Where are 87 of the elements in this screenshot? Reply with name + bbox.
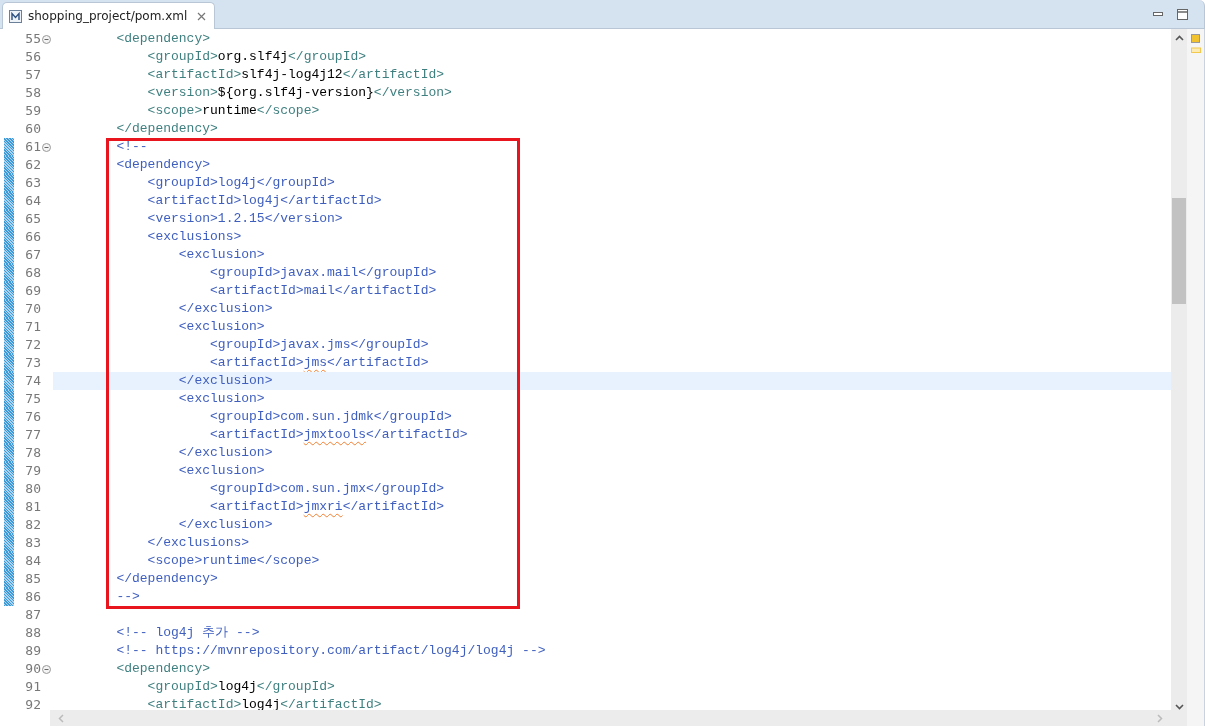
code-line: <groupId>com.sun.jdmk</groupId> (209, 408, 453, 426)
code-line: <!-- log4j 추가 --> (115, 624, 261, 642)
scroll-up-icon[interactable] (1174, 35, 1184, 41)
code-line: <dependency> (115, 660, 212, 678)
minimize-icon[interactable] (1153, 12, 1163, 17)
code-line: </dependency> (115, 120, 219, 138)
line-number: 67 (24, 246, 41, 264)
vertical-scrollbar[interactable] (1171, 29, 1187, 726)
line-number: 68 (24, 264, 41, 282)
line-number: 56 (24, 48, 41, 66)
line-number: 62 (24, 156, 41, 174)
editor-tab[interactable]: shopping_project/pom.xml (2, 2, 216, 29)
line-number: 81 (24, 498, 41, 516)
scroll-down-icon[interactable] (1174, 704, 1184, 710)
line-number: 85 (24, 570, 41, 588)
line-number: 83 (24, 534, 41, 552)
line-number: 76 (24, 408, 41, 426)
code-line: <exclusion> (177, 390, 266, 408)
line-number: 57 (24, 66, 41, 84)
code-line: <artifactId>jmxri</artifactId> (209, 498, 446, 516)
warning-marker-icon[interactable] (1191, 34, 1200, 43)
line-number: 89 (24, 642, 41, 660)
fold-collapse-icon[interactable] (42, 664, 51, 674)
close-icon[interactable] (197, 11, 207, 21)
code-line: <scope>runtime</scope> (146, 552, 321, 570)
code-line: <groupId>javax.jms</groupId> (209, 336, 430, 354)
line-number: 66 (24, 228, 41, 246)
line-number: 59 (24, 102, 41, 120)
line-number: 70 (24, 300, 41, 318)
line-number: 79 (24, 462, 41, 480)
line-number: 88 (24, 624, 41, 642)
line-number: 90 (24, 660, 41, 678)
line-number: 77 (24, 426, 41, 444)
code-line: <dependency> (115, 156, 212, 174)
code-line: <artifactId>log4j</artifactId> (146, 192, 383, 210)
code-line: <artifactId>jms</artifactId> (209, 354, 430, 372)
code-line: </exclusion> (177, 516, 274, 534)
code-line: <exclusion> (177, 462, 266, 480)
line-number: 69 (24, 282, 41, 300)
code-line: <exclusions> (146, 228, 243, 246)
code-line: <groupId>log4j</groupId> (146, 174, 336, 192)
code-line: <!-- https://mvnrepository.com/artifact/log4j/log4j --> (115, 642, 547, 660)
line-number: 71 (24, 318, 41, 336)
code-line: <artifactId>slf4j-log4j12</artifactId> (146, 66, 446, 84)
code-line: <!-- (115, 138, 149, 156)
line-number: 58 (24, 84, 41, 102)
line-number: 64 (24, 192, 41, 210)
maven-file-icon (9, 9, 22, 23)
code-line: <artifactId>jmxtools</artifactId> (209, 426, 469, 444)
maximize-icon[interactable] (1177, 9, 1188, 20)
fold-collapse-icon[interactable] (42, 142, 51, 152)
code-line: <version>1.2.15</version> (146, 210, 344, 228)
fold-collapse-icon[interactable] (42, 34, 51, 44)
line-number: 60 (24, 120, 41, 138)
code-line: <exclusion> (177, 318, 266, 336)
line-number: 78 (24, 444, 41, 462)
code-line: </exclusion> (177, 300, 274, 318)
code-line: <groupId>javax.mail</groupId> (209, 264, 438, 282)
code-line: <artifactId>log4j</artifactId> (146, 696, 383, 710)
code-line: </dependency> (115, 570, 219, 588)
code-line: <version>${org.slf4j-version}</version> (146, 84, 453, 102)
code-line: <exclusion> (177, 246, 266, 264)
line-number: 91 (24, 678, 41, 696)
code-line: </exclusions> (146, 534, 251, 552)
line-number: 63 (24, 174, 41, 192)
code-line: <artifactId>mail</artifactId> (209, 282, 438, 300)
line-number: 92 (24, 696, 41, 710)
line-number: 87 (24, 606, 41, 624)
line-number: 86 (24, 588, 41, 606)
line-number: 73 (24, 354, 41, 372)
code-line: <groupId>com.sun.jmx</groupId> (209, 480, 446, 498)
line-number: 82 (24, 516, 41, 534)
line-number: 84 (24, 552, 41, 570)
code-line: </exclusion> (177, 444, 274, 462)
scroll-thumb[interactable] (1172, 198, 1186, 304)
line-number: 65 (24, 210, 41, 228)
code-line: <dependency> (115, 30, 212, 48)
code-line: --> (115, 588, 141, 606)
line-number: 74 (24, 372, 41, 390)
line-number: 72 (24, 336, 41, 354)
line-number: 80 (24, 480, 41, 498)
line-number: 55 (24, 30, 41, 48)
code-line: <groupId>org.slf4j</groupId> (146, 48, 368, 66)
line-number: 61 (24, 138, 41, 156)
line-number: 75 (24, 390, 41, 408)
code-line: <scope>runtime</scope> (146, 102, 321, 120)
code-line: <groupId>log4j</groupId> (146, 678, 336, 696)
